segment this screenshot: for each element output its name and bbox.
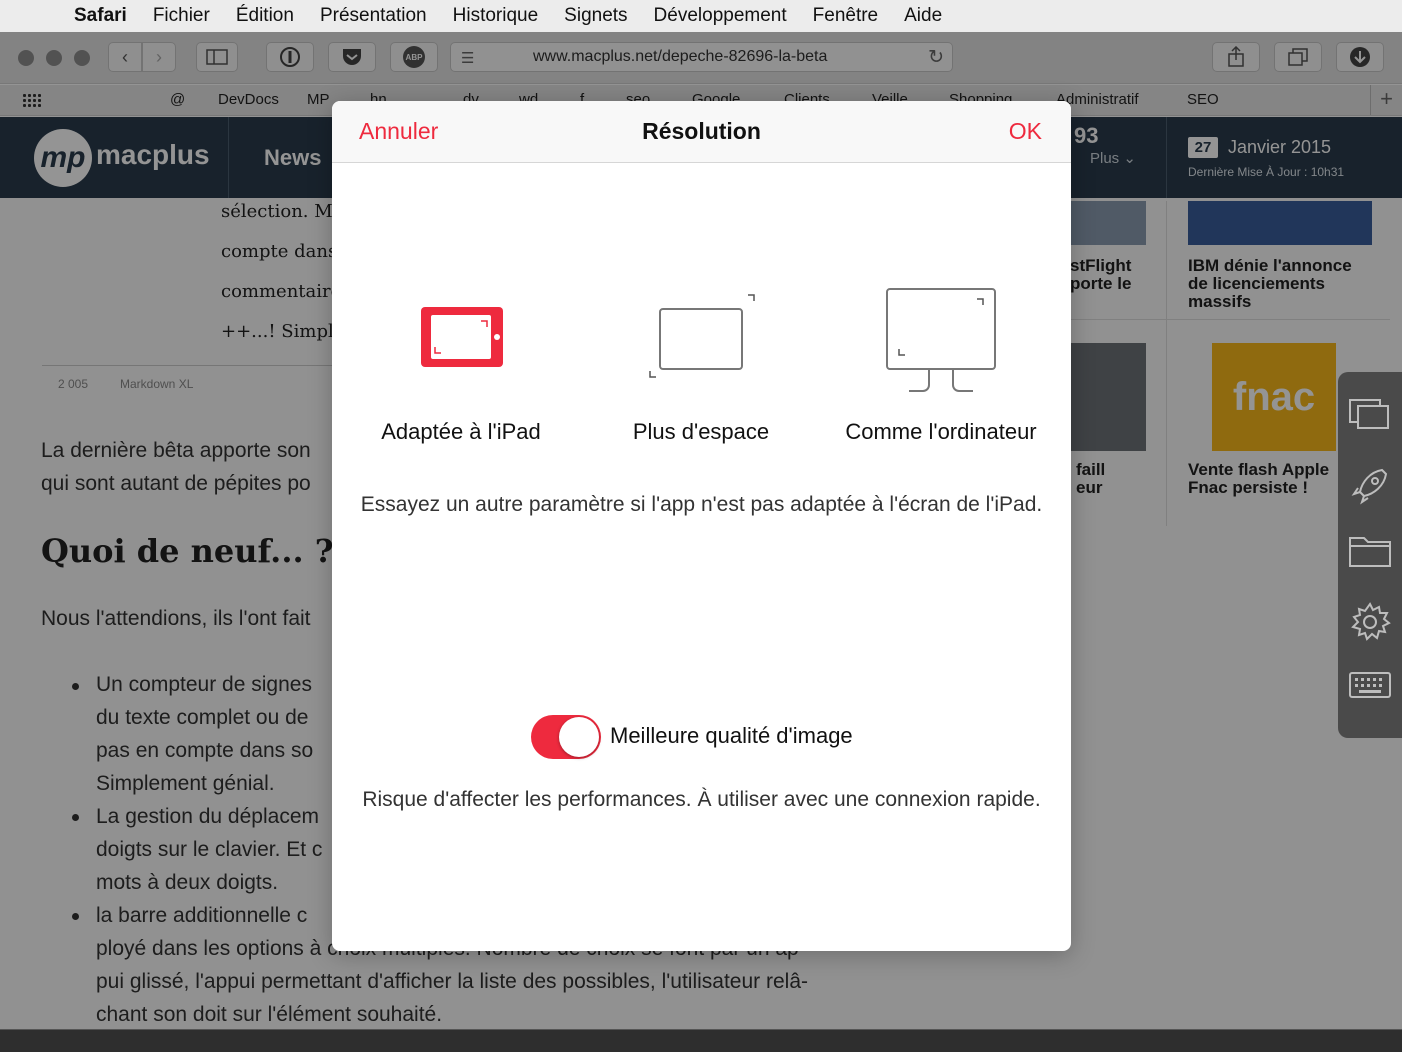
menu-historique[interactable]: Historique [453,5,539,27]
image-quality-label: Meilleure qualité d'image [610,723,853,748]
option-label: Comme l'ordinateur [845,419,1037,444]
option-label: Adaptée à l'iPad [381,419,541,444]
image-quality-toggle[interactable] [531,715,601,759]
option-desktop[interactable]: Comme l'ordinateur [831,281,1051,451]
cancel-button[interactable]: Annuler [359,118,438,145]
menu-app-safari[interactable]: Safari [74,5,127,27]
side-toolbar [1338,372,1402,738]
ok-button[interactable]: OK [1009,118,1042,145]
more-space-icon [649,294,755,378]
monitor-icon [886,288,996,392]
windows-icon [1349,399,1389,429]
menu-aide[interactable]: Aide [904,5,942,27]
resolution-hint: Essayez un autre paramètre si l'app n'es… [360,493,1043,516]
menu-signets[interactable]: Signets [564,5,627,27]
bottom-bar [0,1029,1402,1052]
dialog-header: Annuler Résolution OK [332,101,1071,163]
option-fit-ipad[interactable]: Adaptée à l'iPad [351,281,571,451]
rocket-button[interactable] [1348,464,1392,508]
toggle-knob [559,717,599,757]
menu-bar: Safari Fichier Édition Présentation Hist… [0,0,1402,32]
gear-icon [1351,602,1391,641]
settings-button[interactable] [1348,600,1392,644]
dialog-title: Résolution [642,118,761,144]
folder-button[interactable] [1348,532,1392,576]
performance-note: Risque d'affecter les performances. À ut… [362,788,1041,811]
resolution-dialog: Annuler Résolution OK Adaptée à l'iPad P… [332,101,1071,951]
windows-button[interactable] [1348,396,1392,440]
ipad-icon [421,307,503,367]
option-label: Plus d'espace [632,419,770,444]
menu-fenetre[interactable]: Fenêtre [813,5,878,27]
keyboard-icon [1349,672,1391,698]
menu-presentation[interactable]: Présentation [320,5,427,27]
rocket-icon [1351,468,1388,505]
menu-edition[interactable]: Édition [236,5,294,27]
menu-fichier[interactable]: Fichier [153,5,210,27]
keyboard-button[interactable] [1348,668,1392,712]
menu-developpement[interactable]: Développement [654,5,787,27]
folder-icon [1349,537,1391,567]
option-more-space[interactable]: Plus d'espace [591,281,811,451]
